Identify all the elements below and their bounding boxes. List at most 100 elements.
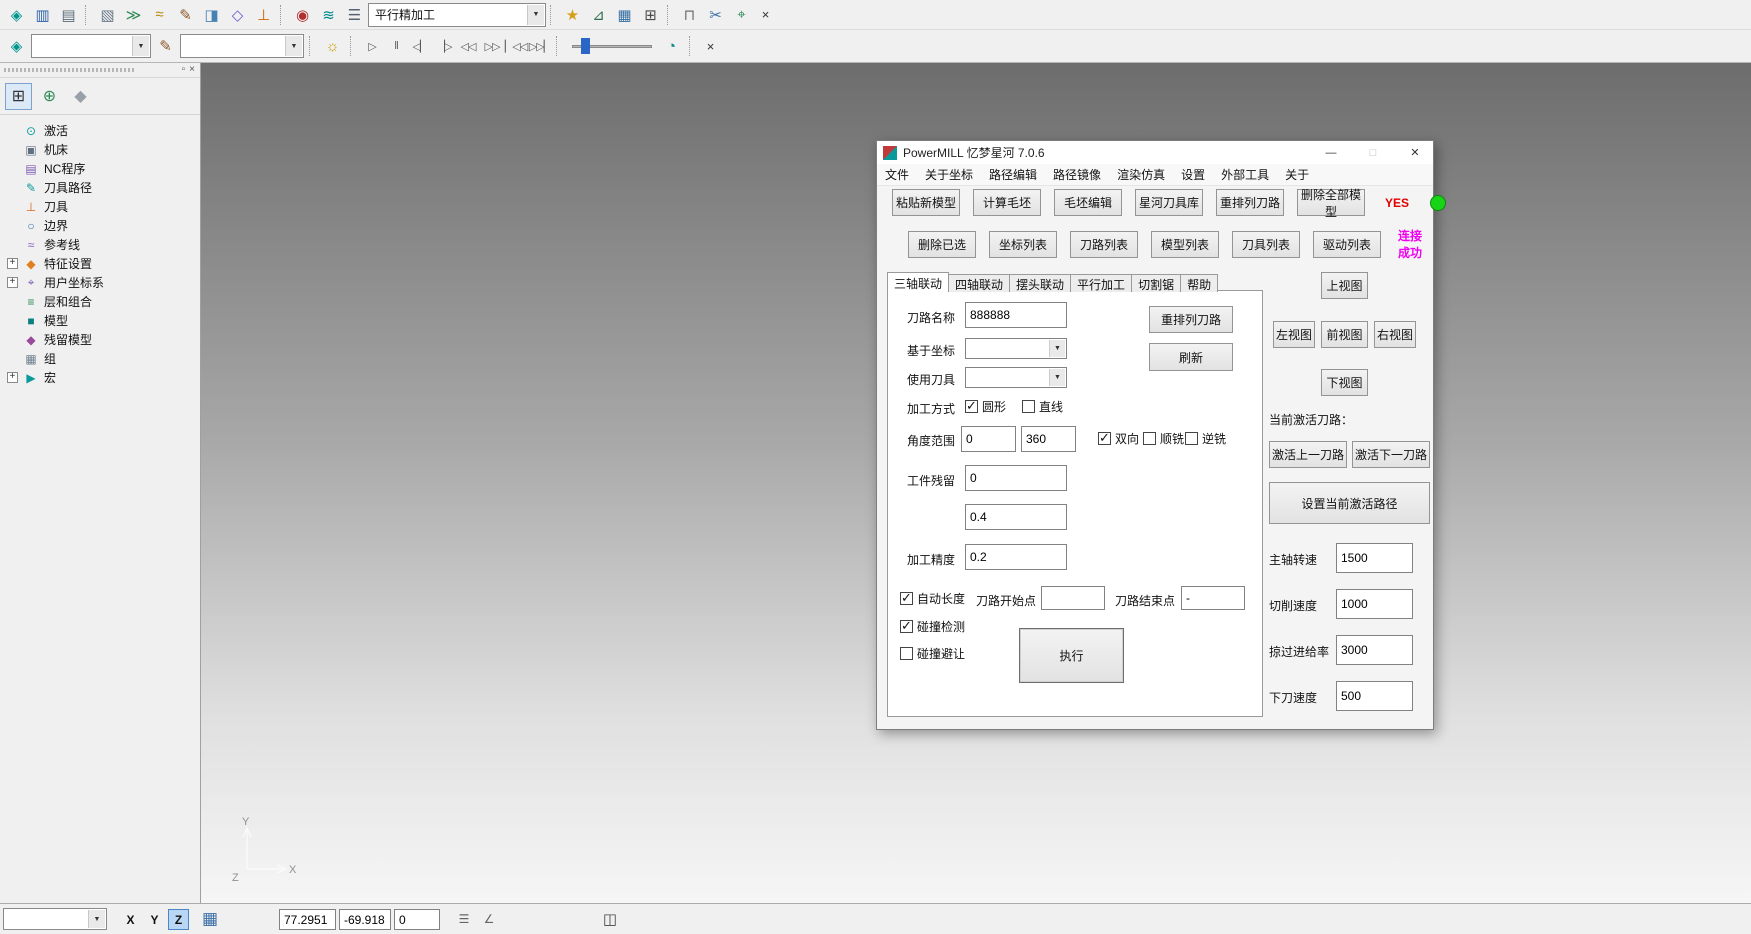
tree-item-feature-sets[interactable]: ◆ 特征设置: [7, 254, 198, 273]
right-view-button[interactable]: 右视图: [1374, 321, 1416, 348]
tree-expander[interactable]: [7, 163, 18, 174]
tab-help[interactable]: 帮助: [1180, 274, 1218, 292]
tree-item-workplanes[interactable]: ⌖ 用户坐标系: [7, 273, 198, 292]
stepover-input[interactable]: [965, 504, 1067, 530]
conventional-mill-checkbox[interactable]: 逆铣: [1185, 430, 1226, 447]
collision-check-checkbox[interactable]: 碰撞检测: [900, 618, 965, 635]
axis-x-button[interactable]: X: [120, 909, 141, 930]
tree-expander[interactable]: [7, 144, 18, 155]
front-view-button[interactable]: 前视图: [1321, 321, 1368, 348]
menu-ext-tools[interactable]: 外部工具: [1213, 166, 1277, 183]
set-active-path-button[interactable]: 设置当前激活路径: [1269, 482, 1430, 524]
tool-icon[interactable]: ⊥: [251, 2, 276, 27]
menu-render-sim[interactable]: 渲染仿真: [1109, 166, 1173, 183]
simulation-speed-slider[interactable]: [572, 36, 652, 56]
slider-thumb[interactable]: [581, 38, 590, 54]
stock-allowance-input[interactable]: [965, 465, 1067, 491]
tree-expander[interactable]: [7, 182, 18, 193]
tree-item-levels[interactable]: ≡ 层和组合: [7, 292, 198, 311]
tree-item-stock-models[interactable]: ◆ 残留模型: [7, 330, 198, 349]
coord-x-input[interactable]: [279, 909, 336, 930]
tab-4axis[interactable]: 四轴联动: [948, 274, 1010, 292]
workplane-select-dropdown[interactable]: ▼: [180, 34, 304, 58]
ribbon-icon[interactable]: ≋: [316, 2, 341, 27]
toolpath-icon[interactable]: ≈: [147, 2, 172, 27]
tab-tilt-head[interactable]: 摆头联动: [1009, 274, 1071, 292]
menu-path-edit[interactable]: 路径编辑: [981, 166, 1045, 183]
drive-list-button[interactable]: 驱动列表: [1313, 231, 1381, 258]
list-icon[interactable]: ☰: [342, 2, 367, 27]
menu-about[interactable]: 关于: [1277, 166, 1317, 183]
tree-item-nc-programs[interactable]: ▤ NC程序: [7, 159, 198, 178]
protractor-icon[interactable]: ∠: [477, 908, 501, 930]
block-edit-button[interactable]: 毛坯编辑: [1054, 189, 1122, 216]
print-icon[interactable]: ▤: [56, 2, 81, 27]
grid-icon[interactable]: ▦: [198, 908, 222, 930]
panel-drag-handle[interactable]: [4, 68, 134, 72]
left-view-button[interactable]: 左视图: [1273, 321, 1315, 348]
climb-mill-checkbox[interactable]: 顺铣: [1143, 430, 1184, 447]
shade-icon[interactable]: ◨: [199, 2, 224, 27]
toolbar-close-icon[interactable]: ×: [700, 36, 721, 57]
activate-prev-toolpath-button[interactable]: 激活上一刀路: [1269, 441, 1347, 468]
step-forward-icon[interactable]: ▕▷: [433, 35, 455, 57]
tree-item-groups[interactable]: ▦ 组: [7, 349, 198, 368]
delete-selected-button[interactable]: 删除已选: [908, 231, 976, 258]
statistics-icon[interactable]: ⊿: [586, 2, 611, 27]
panel-close-icon[interactable]: ×: [189, 65, 195, 75]
powermill-icon[interactable]: ◈: [4, 34, 29, 59]
edit-icon[interactable]: ✎: [153, 34, 178, 59]
fast-forward-icon[interactable]: ▷▷: [481, 35, 503, 57]
refresh-button[interactable]: 刷新: [1149, 343, 1233, 371]
tree-expander[interactable]: [7, 220, 18, 231]
tab-parallel[interactable]: 平行加工: [1070, 274, 1132, 292]
tree-expander[interactable]: [7, 372, 18, 383]
paste-new-model-button[interactable]: 粘贴新模型: [892, 189, 960, 216]
angle-from-input[interactable]: [961, 426, 1016, 452]
coord-select[interactable]: ▼: [965, 338, 1067, 359]
dialog-titlebar[interactable]: PowerMILL 忆梦星河 7.0.6 — □ ✕: [877, 141, 1433, 164]
axis-z-button[interactable]: Z: [168, 909, 189, 930]
panel-float-icon[interactable]: ▫: [182, 65, 186, 75]
world-icon[interactable]: ⊕: [36, 83, 63, 110]
toolpath-name-input[interactable]: [965, 302, 1067, 328]
shield-icon[interactable]: ◆: [67, 83, 94, 110]
rearrange-toolpaths-button-2[interactable]: 重排列刀路: [1149, 306, 1233, 333]
tree-item-activate[interactable]: ⊙ 激活: [7, 121, 198, 140]
lightbulb-icon[interactable]: ☼: [320, 34, 345, 59]
rearrange-toolpaths-button[interactable]: 重排列刀路: [1216, 189, 1284, 216]
save-icon[interactable]: ▥: [30, 2, 55, 27]
angle-to-input[interactable]: [1021, 426, 1076, 452]
close-button[interactable]: ✕: [1397, 141, 1433, 164]
calc-block-button[interactable]: 计算毛坯: [973, 189, 1041, 216]
tab-3axis[interactable]: 三轴联动: [887, 272, 949, 292]
calculator-icon[interactable]: ⊞: [638, 2, 663, 27]
status-dropdown[interactable]: ▼: [3, 908, 107, 930]
tree-expander[interactable]: [7, 125, 18, 136]
model-list-button[interactable]: 模型列表: [1151, 231, 1219, 258]
simulate-icon[interactable]: ▦: [612, 2, 637, 27]
method-line-checkbox[interactable]: 直线: [1022, 398, 1063, 415]
tree-expander[interactable]: [7, 201, 18, 212]
tree-item-patterns[interactable]: ≈ 参考线: [7, 235, 198, 254]
list-icon[interactable]: ☰: [452, 908, 476, 930]
play-icon[interactable]: ▷: [361, 35, 383, 57]
block-icon[interactable]: ▧: [95, 2, 120, 27]
auto-length-checkbox[interactable]: 自动长度: [900, 590, 965, 607]
toolpath-list-button[interactable]: 刀路列表: [1070, 231, 1138, 258]
method-circle-checkbox[interactable]: 圆形: [965, 398, 1006, 415]
tree-item-tools[interactable]: ⊥ 刀具: [7, 197, 198, 216]
collision-icon[interactable]: ◉: [290, 2, 315, 27]
draw-icon[interactable]: ✎: [173, 2, 198, 27]
tree-item-models[interactable]: ■ 模型: [7, 311, 198, 330]
rewind-icon[interactable]: ◁◁: [457, 35, 479, 57]
spindle-speed-input[interactable]: [1336, 543, 1413, 573]
activate-next-toolpath-button[interactable]: 激活下一刀路: [1352, 441, 1430, 468]
tree-expander[interactable]: [7, 315, 18, 326]
delete-all-models-button[interactable]: 删除全部模型: [1297, 189, 1365, 216]
tool-library-button[interactable]: 星河刀具库: [1135, 189, 1203, 216]
go-end-icon[interactable]: ▷▷▏: [529, 35, 551, 57]
search-icon[interactable]: ⌖: [729, 2, 754, 27]
minimize-button[interactable]: —: [1313, 141, 1349, 164]
pause-icon[interactable]: ‖: [385, 35, 407, 57]
